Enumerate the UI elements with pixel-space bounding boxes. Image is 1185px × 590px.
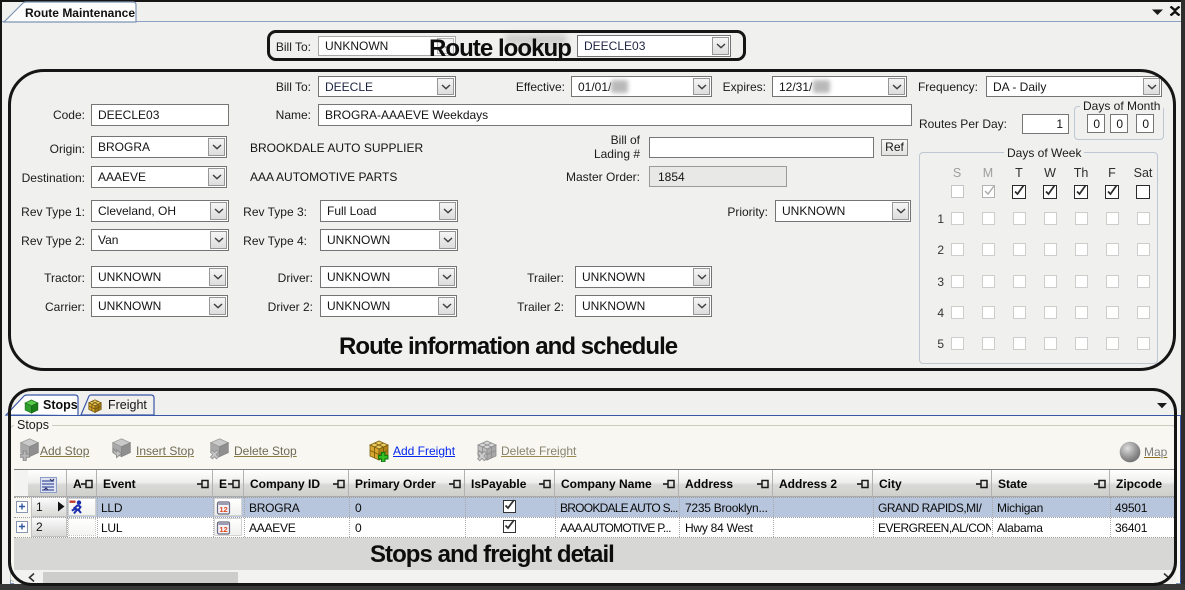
svg-text:12: 12 [219,525,227,534]
svg-text:12: 12 [219,505,227,514]
